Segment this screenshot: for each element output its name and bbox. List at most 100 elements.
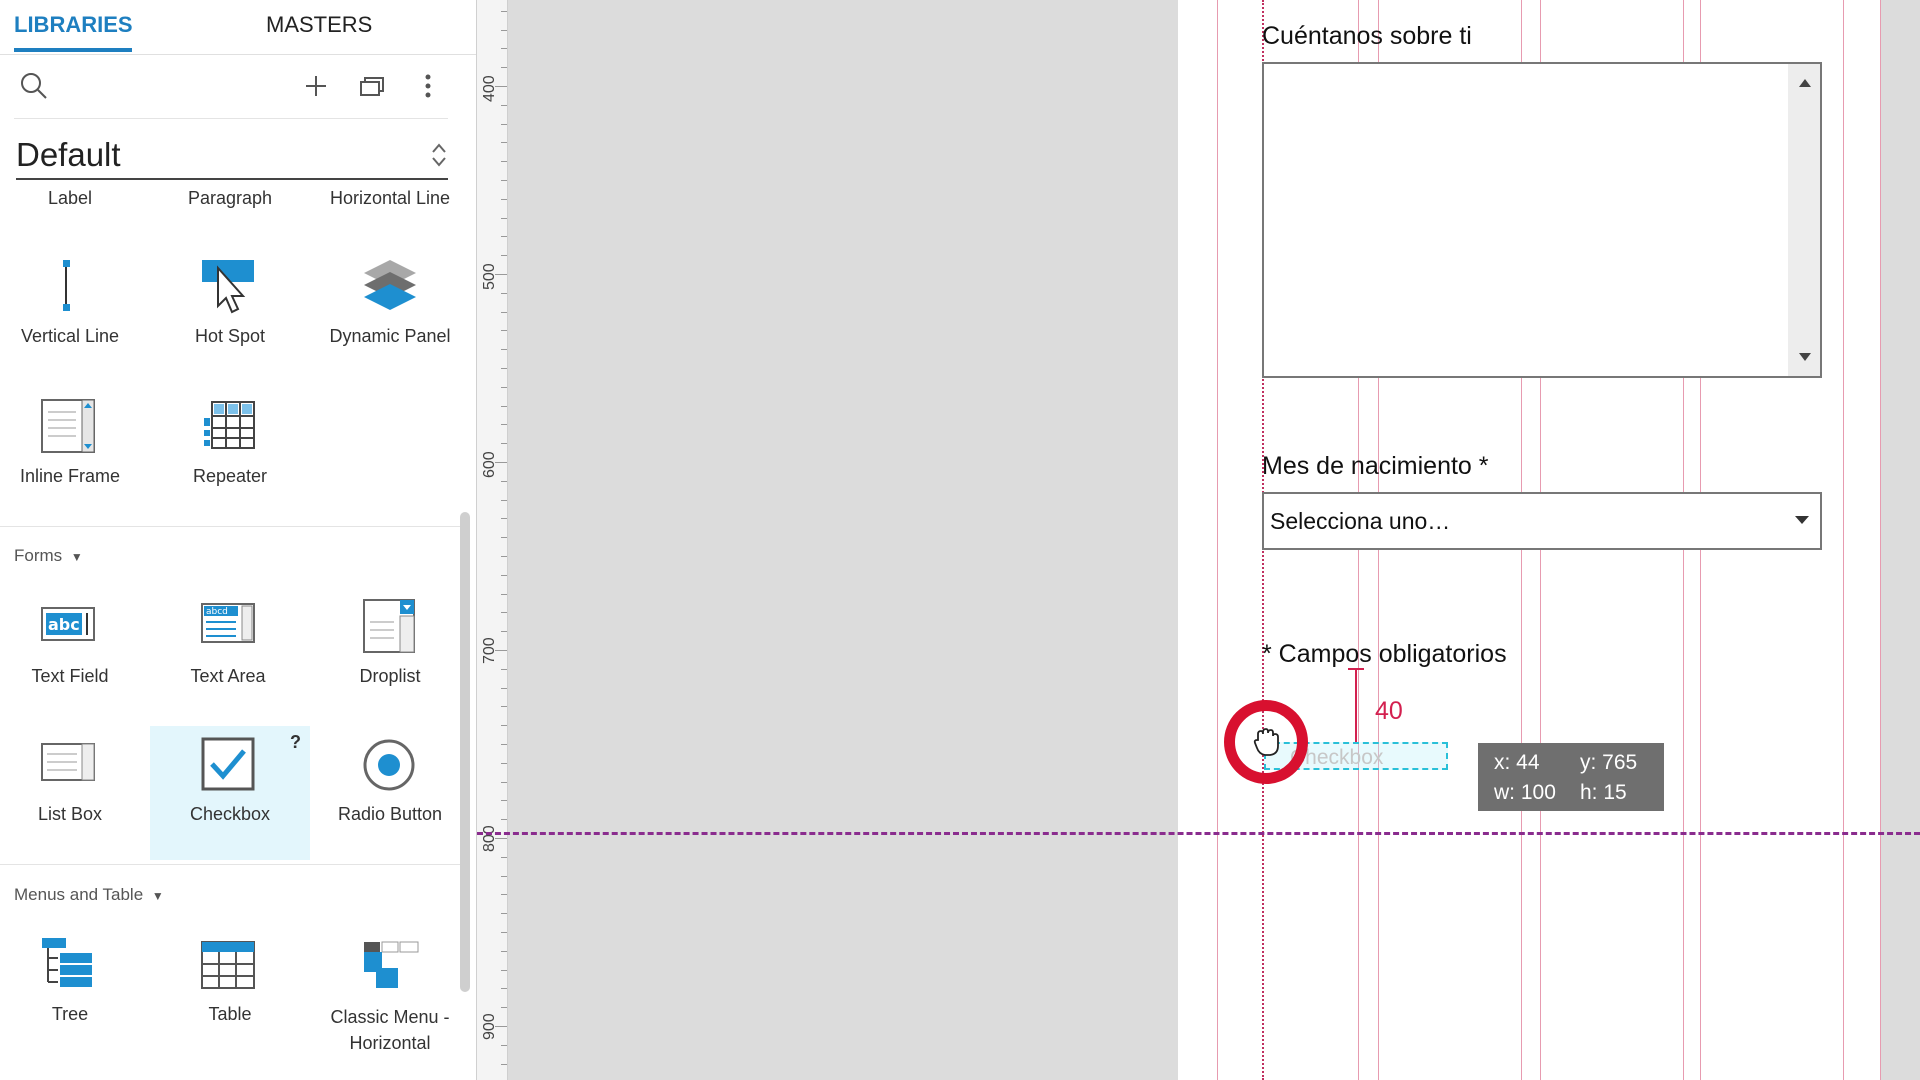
scroll-up-icon[interactable] [1798, 76, 1812, 88]
widget-table[interactable]: Table [150, 1004, 310, 1025]
caret-down-icon: ▼ [70, 550, 83, 564]
more-vertical-icon[interactable] [420, 72, 436, 100]
ruler-tick [501, 29, 507, 31]
ruler-tick [501, 142, 507, 144]
radio-button-icon [363, 739, 415, 791]
ruler-tick [501, 574, 507, 576]
ruler-tick [501, 443, 507, 445]
ruler-tick [495, 86, 507, 87]
ruler-tick [501, 311, 507, 313]
ruler-tick [501, 706, 507, 708]
ruler-tick [501, 800, 507, 802]
ruler-tick [501, 480, 507, 482]
grid-guide [1217, 0, 1218, 1080]
horizontal-guide [477, 832, 1920, 835]
tooltip-h: h: 15 [1580, 781, 1627, 804]
ruler-label: 500 [481, 263, 498, 290]
required-note: * Campos obligatorios [1262, 640, 1507, 668]
widget-hot-spot[interactable]: Hot Spot [150, 326, 310, 347]
ruler-tick [501, 819, 507, 821]
ruler-tick [501, 67, 507, 69]
widget-paragraph[interactable]: Paragraph [150, 188, 310, 209]
inline-frame-icon [41, 399, 95, 453]
widget-dynamic-panel[interactable]: Dynamic Panel [310, 326, 470, 347]
section-menus-and-table[interactable]: Menus and Table ▼ [14, 885, 164, 905]
ruler-tick [501, 612, 507, 614]
section-divider [0, 526, 460, 527]
section-forms[interactable]: Forms ▼ [14, 546, 83, 566]
grid-guide [1843, 0, 1844, 1080]
dropdown-arrow-icon[interactable] [1794, 514, 1810, 526]
ruler-tick [501, 255, 507, 257]
plus-icon[interactable] [302, 72, 330, 100]
ruler-tick [501, 668, 507, 670]
widget-vertical-line[interactable]: Vertical Line [0, 326, 150, 347]
ruler-tick [501, 48, 507, 50]
textarea-scrollbar[interactable] [1788, 64, 1820, 376]
ruler-tick [501, 161, 507, 163]
about-textarea[interactable] [1262, 62, 1822, 378]
ruler-tick [501, 180, 507, 181]
widget-text-field[interactable]: Text Field [0, 666, 150, 687]
ruler-tick [501, 1007, 507, 1009]
ruler-tick [501, 875, 507, 877]
library-select-value: Default [16, 136, 121, 173]
ruler-tick [495, 1026, 507, 1027]
ruler-tick [501, 518, 507, 520]
stack-icon[interactable] [358, 72, 388, 100]
library-select[interactable]: Default [16, 130, 448, 180]
ruler-tick [495, 838, 507, 839]
active-tab-indicator [14, 48, 132, 52]
widget-radio-button[interactable]: Radio Button [310, 804, 470, 825]
ruler-tick [495, 650, 507, 651]
widget-inline-frame[interactable]: Inline Frame [0, 466, 150, 487]
widget-label[interactable]: Label [0, 188, 150, 209]
section-menus-label: Menus and Table [14, 885, 144, 904]
vertical-ruler: 400 500 600 700 800 900 [477, 0, 508, 1080]
section-forms-label: Forms [14, 546, 63, 565]
ruler-tick [501, 969, 507, 971]
search-icon[interactable] [18, 70, 50, 102]
section-divider [0, 864, 460, 865]
ruler-tick [501, 236, 507, 238]
text-area-icon-text: abcd [206, 607, 228, 617]
grid-guide [1880, 0, 1881, 1080]
spacing-indicator [1355, 668, 1357, 742]
month-droplist-value: Selecciona uno… [1270, 508, 1451, 534]
ruler-tick [501, 537, 507, 539]
ruler-tick [495, 462, 507, 463]
widget-droplist[interactable]: Droplist [310, 666, 470, 687]
ruler-tick [501, 1044, 507, 1046]
tab-masters[interactable]: MASTERS [266, 12, 372, 38]
ruler-tick [501, 950, 507, 952]
ruler-tick [501, 762, 507, 764]
ruler-label: 600 [481, 451, 498, 478]
ruler-tick [501, 988, 507, 990]
ruler-tick [501, 292, 507, 294]
tree-icon [42, 938, 92, 987]
scroll-down-icon[interactable] [1798, 352, 1812, 364]
text-field-icon: abc [41, 607, 95, 641]
text-field-icon-text: abc [48, 615, 80, 634]
widget-horizontal-line[interactable]: Horizontal Line [310, 188, 470, 209]
tooltip-w: w: 100 [1494, 781, 1556, 804]
widget-repeater[interactable]: Repeater [150, 466, 310, 487]
tab-libraries[interactable]: LIBRARIES [14, 12, 133, 38]
ruler-label: 400 [481, 75, 498, 102]
about-label: Cuéntanos sobre ti [1262, 22, 1472, 50]
widget-classic-menu-horizontal[interactable]: Classic Menu - Horizontal [310, 1004, 470, 1056]
ruler-tick [501, 932, 507, 933]
month-droplist[interactable]: Selecciona uno… [1262, 492, 1822, 550]
ruler-tick [501, 405, 507, 407]
ruler-tick [501, 894, 507, 896]
widget-tree[interactable]: Tree [0, 1004, 150, 1025]
panel-scrollbar[interactable] [460, 512, 470, 992]
widget-text-area[interactable]: Text Area [148, 666, 308, 687]
help-icon[interactable]: ? [290, 732, 301, 753]
droplist-icon [363, 599, 415, 653]
checkbox-icon [201, 737, 255, 791]
ruler-tick [501, 104, 507, 106]
widget-checkbox[interactable]: Checkbox [150, 804, 310, 825]
widget-list-box[interactable]: List Box [0, 804, 150, 825]
ruler-tick [501, 424, 507, 426]
